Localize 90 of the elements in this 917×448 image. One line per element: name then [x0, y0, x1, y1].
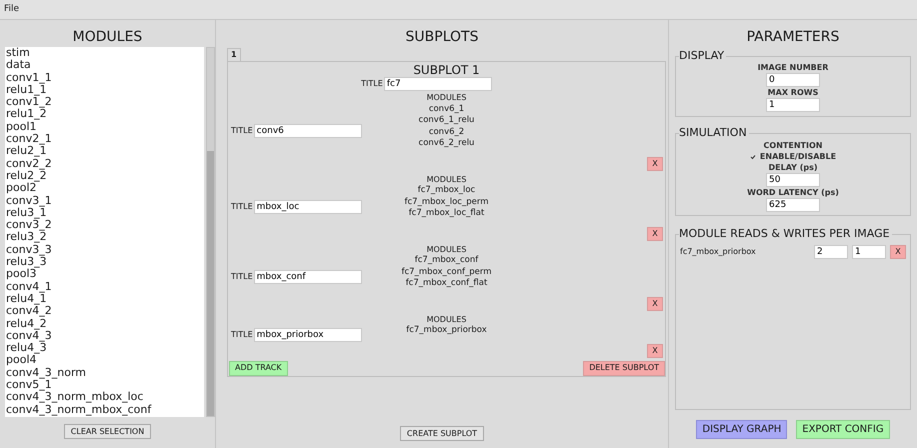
- modules-label: MODULES: [426, 92, 466, 104]
- module-item[interactable]: conv3_2: [5, 219, 204, 232]
- modules-label: MODULES: [426, 244, 466, 255]
- module-item[interactable]: conv5_1: [5, 379, 204, 392]
- title-label: TITLE: [231, 329, 253, 341]
- modules-label: MODULES: [426, 174, 466, 185]
- add-track-button[interactable]: ADD TRACK: [229, 360, 288, 376]
- max-rows-field[interactable]: 1: [766, 98, 820, 112]
- module-item[interactable]: relu2_2: [5, 170, 204, 182]
- title-field[interactable]: mbox_conf: [254, 270, 362, 284]
- module-item[interactable]: relu1_2: [5, 108, 204, 121]
- module-name: conv6_1: [428, 104, 464, 115]
- module-item[interactable]: conv4_3_norm_mbox_conf: [5, 404, 204, 416]
- field-label: WORD LATENCY (ps): [747, 187, 839, 198]
- clear-selection-button[interactable]: CLEAR SELECTION: [64, 424, 152, 439]
- remove-track-button[interactable]: X: [647, 344, 663, 358]
- module-name: conv6_1_relu: [418, 115, 474, 126]
- module-item[interactable]: relu3_1: [5, 206, 204, 220]
- modules-label: MODULES: [426, 314, 466, 325]
- reads-field[interactable]: 2: [814, 245, 848, 259]
- module-item[interactable]: stim: [5, 47, 204, 60]
- display-graph-button[interactable]: DISPLAY GRAPH: [696, 420, 788, 439]
- module-name: fc7_mbox_loc_flat: [408, 208, 484, 220]
- module-name: fc7_mbox_conf_perm: [402, 266, 492, 278]
- module-list[interactable]: [5, 47, 204, 417]
- module-item[interactable]: conv4_1: [5, 280, 204, 293]
- title-label: TITLE: [231, 200, 253, 212]
- delete-subplot-button[interactable]: DELETE SUBPLOT: [583, 360, 665, 376]
- module-item[interactable]: conv4_3: [5, 330, 204, 342]
- title-field[interactable]: mbox_priorbox: [254, 328, 362, 342]
- delay-field[interactable]: 50: [766, 173, 820, 187]
- title-label: TITLE: [231, 124, 253, 137]
- module-item[interactable]: relu4_3: [5, 342, 204, 354]
- field-label: DELAY (ps): [768, 162, 818, 173]
- check-icon: [750, 154, 756, 160]
- title-label: TITLE: [361, 78, 383, 90]
- remove-track-button[interactable]: X: [647, 156, 663, 170]
- module-name: fc7_mbox_conf_flat: [406, 278, 488, 290]
- field-label: CONTENTION: [764, 140, 822, 151]
- module-item[interactable]: conv3_3: [5, 244, 204, 256]
- module-item[interactable]: pool4: [5, 354, 204, 367]
- module-name: conv6_2_relu: [418, 138, 474, 150]
- module-item[interactable]: relu4_1: [5, 292, 204, 306]
- scrollbar-thumb[interactable]: [207, 151, 214, 416]
- module-name: conv6_2: [428, 126, 464, 138]
- subplot-tab[interactable]: 1: [227, 48, 241, 61]
- module-name: fc7_mbox_priorbox: [406, 325, 487, 336]
- export-config-button[interactable]: EXPORT CONFIG: [796, 420, 890, 439]
- module-item[interactable]: conv4_3_norm: [5, 366, 204, 380]
- module-item[interactable]: conv2_1: [5, 133, 204, 146]
- checkbox-label: ENABLE/DISABLE: [760, 151, 836, 162]
- module-item[interactable]: pool2: [5, 182, 204, 195]
- module-item[interactable]: conv4_2: [5, 305, 204, 318]
- module-item[interactable]: relu4_2: [5, 318, 204, 330]
- remove-track-button[interactable]: X: [647, 226, 663, 240]
- module-item[interactable]: conv4_3_norm_mbox_loc: [5, 391, 204, 404]
- title-field[interactable]: conv6: [254, 124, 362, 138]
- module-item[interactable]: relu1_1: [5, 84, 204, 96]
- panel-title: PARAMETERS: [746, 28, 840, 46]
- title-field[interactable]: fc7: [384, 77, 492, 91]
- module-item[interactable]: pool3: [5, 268, 204, 281]
- field-label: MAX ROWS: [768, 88, 818, 98]
- remove-row-button[interactable]: X: [890, 245, 906, 259]
- checkbox[interactable]: [750, 153, 757, 160]
- module-item[interactable]: conv1_1: [5, 72, 204, 84]
- menu-item[interactable]: File: [3, 2, 20, 16]
- module-name: fc7_mbox_conf: [414, 255, 478, 266]
- image-number-field[interactable]: 0: [766, 73, 820, 87]
- title-field[interactable]: mbox_loc: [254, 200, 362, 214]
- writes-field[interactable]: 1: [852, 245, 886, 259]
- module-name: fc7_mbox_priorbox: [680, 246, 757, 258]
- module-name: fc7_mbox_loc_perm: [404, 196, 488, 208]
- scrollbar[interactable]: [206, 47, 215, 417]
- create-subplot-button[interactable]: CREATE SUBPLOT: [400, 426, 484, 441]
- module-name: fc7_mbox_loc: [418, 185, 476, 196]
- remove-track-button[interactable]: X: [647, 296, 663, 310]
- panel-title: MODULES: [72, 28, 142, 46]
- panel-title: SUBPLOTS: [406, 28, 478, 46]
- latency-field[interactable]: 625: [766, 198, 820, 212]
- module-item[interactable]: conv1_2: [5, 96, 204, 108]
- module-item[interactable]: pool1: [5, 120, 204, 134]
- module-item[interactable]: relu3_2: [5, 231, 204, 244]
- subplot-heading: SUBPLOT 1: [412, 63, 481, 77]
- module-item[interactable]: conv2_2: [5, 158, 204, 170]
- module-item[interactable]: relu2_1: [5, 145, 204, 158]
- module-item[interactable]: conv3_1: [5, 194, 204, 207]
- field-label: IMAGE NUMBER: [758, 63, 828, 73]
- title-label: TITLE: [231, 270, 253, 282]
- module-item[interactable]: data: [5, 59, 204, 72]
- module-item[interactable]: relu3_3: [5, 256, 204, 268]
